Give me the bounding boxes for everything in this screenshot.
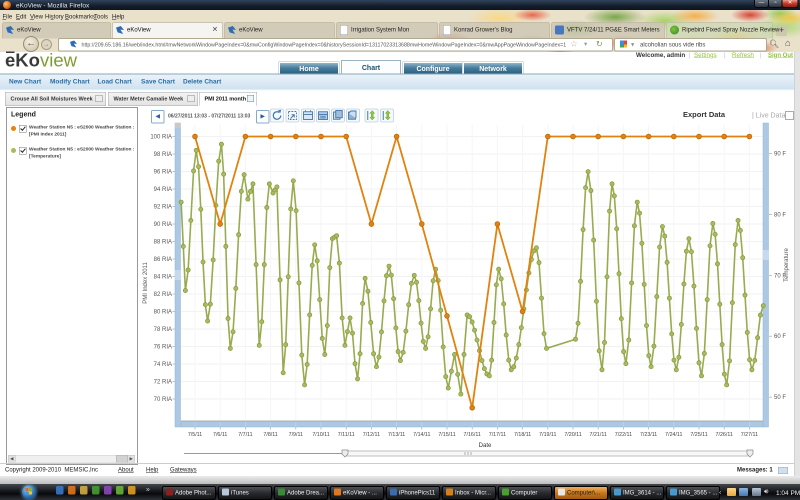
svg-text:7/15/11: 7/15/11 — [438, 432, 455, 438]
svg-text:7/14/11: 7/14/11 — [413, 432, 430, 438]
svg-text:76 RIA: 76 RIA — [154, 345, 172, 351]
svg-text:7/22/11: 7/22/11 — [615, 432, 632, 438]
svg-text:50 F: 50 F — [774, 395, 786, 401]
svg-text:7/17/11: 7/17/11 — [489, 432, 506, 438]
svg-text:7/20/11: 7/20/11 — [564, 432, 581, 438]
svg-text:88 RIA: 88 RIA — [154, 240, 172, 246]
svg-text:78 RIA: 78 RIA — [154, 327, 172, 333]
svg-text:7/27/11: 7/27/11 — [741, 432, 758, 438]
svg-text:7/5/11: 7/5/11 — [188, 432, 202, 438]
svg-text:PMI Index 2011: PMI Index 2011 — [143, 262, 149, 304]
svg-text:60 F: 60 F — [774, 334, 786, 340]
svg-text:7/24/11: 7/24/11 — [665, 432, 682, 438]
svg-text:7/19/11: 7/19/11 — [539, 432, 556, 438]
svg-text:86 RIA: 86 RIA — [154, 257, 172, 263]
svg-text:Date: Date — [479, 443, 492, 449]
svg-text:70 RIA: 70 RIA — [154, 397, 172, 403]
svg-text:80 F: 80 F — [774, 212, 786, 218]
svg-text:7/11/11: 7/11/11 — [338, 432, 355, 438]
svg-text:98 RIA: 98 RIA — [154, 152, 172, 158]
svg-text:7/23/11: 7/23/11 — [640, 432, 657, 438]
svg-text:7/7/11: 7/7/11 — [238, 432, 252, 438]
svg-text:80 RIA: 80 RIA — [154, 310, 172, 316]
svg-text:7/6/11: 7/6/11 — [213, 432, 227, 438]
svg-text:7/10/11: 7/10/11 — [312, 432, 329, 438]
svg-text:90 F: 90 F — [774, 151, 786, 157]
svg-text:7/8/11: 7/8/11 — [263, 432, 277, 438]
svg-text:100 RIA: 100 RIA — [150, 135, 172, 141]
svg-text:7/26/11: 7/26/11 — [716, 432, 733, 438]
svg-text:96 RIA: 96 RIA — [154, 170, 172, 176]
svg-text:7/21/11: 7/21/11 — [590, 432, 607, 438]
svg-text:7/16/11: 7/16/11 — [464, 432, 481, 438]
svg-text:92 RIA: 92 RIA — [154, 205, 172, 211]
svg-text:74 RIA: 74 RIA — [154, 362, 172, 368]
svg-text:82 RIA: 82 RIA — [154, 292, 172, 298]
svg-text:84 RIA: 84 RIA — [154, 275, 172, 281]
svg-text:7/18/11: 7/18/11 — [514, 432, 531, 438]
svg-text:7/13/11: 7/13/11 — [388, 432, 405, 438]
svg-text:72 RIA: 72 RIA — [154, 380, 172, 386]
svg-text:90 RIA: 90 RIA — [154, 222, 172, 228]
svg-text:94 RIA: 94 RIA — [154, 187, 172, 193]
svg-text:7/9/11: 7/9/11 — [289, 432, 303, 438]
svg-text:7/25/11: 7/25/11 — [690, 432, 707, 438]
svg-text:7/12/11: 7/12/11 — [363, 432, 380, 438]
svg-text:Temperature: Temperature — [784, 247, 790, 281]
